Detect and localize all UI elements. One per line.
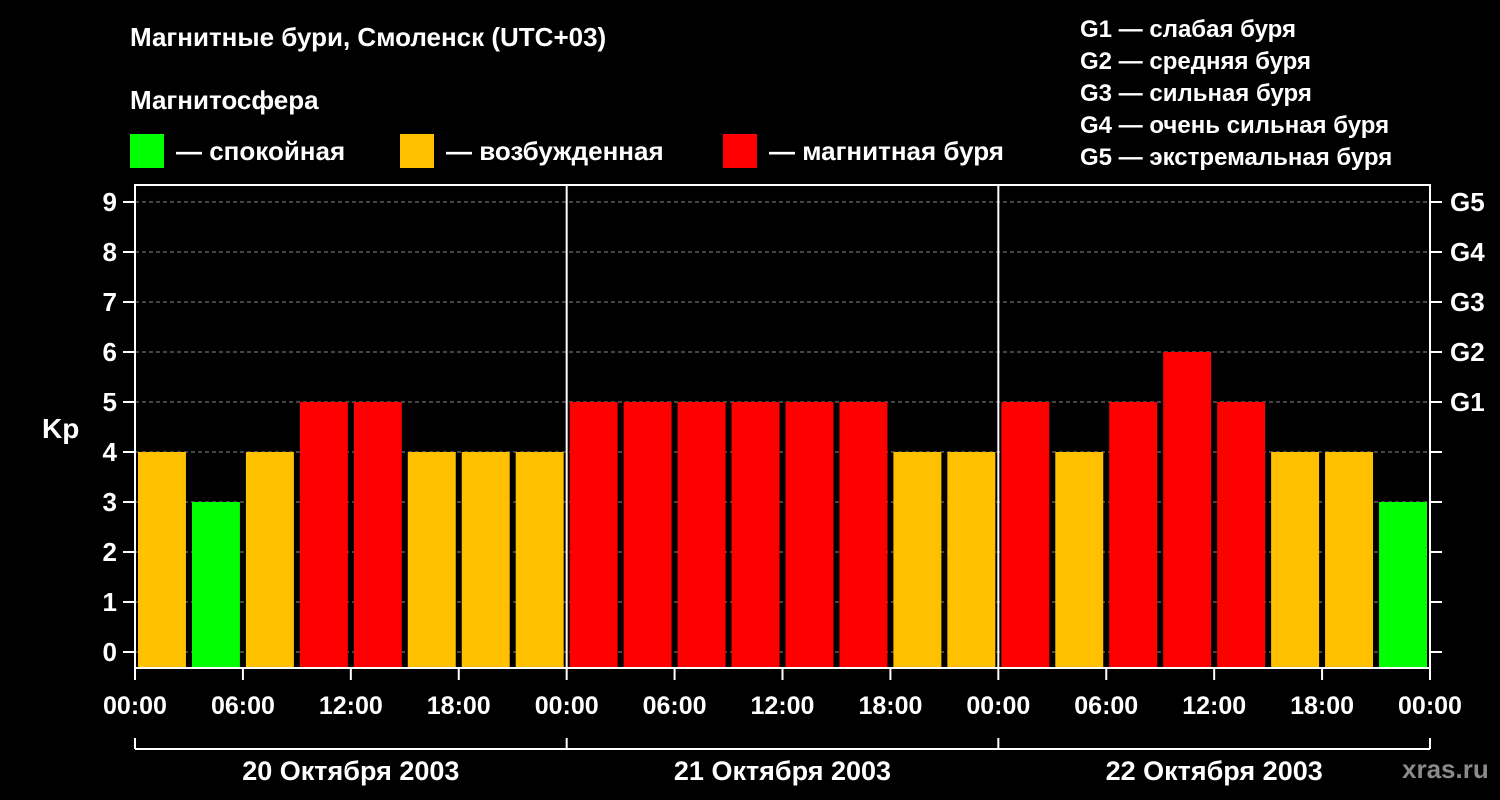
kp-bar [947,452,996,668]
kp-bar [1217,402,1266,668]
x-tick-label: 00:00 [966,692,1030,720]
kp-bar [569,402,618,668]
y-axis-label: Kp [42,413,79,444]
y-tick-label: 2 [103,537,117,567]
x-tick-label: 06:00 [1074,692,1138,720]
x-tick-label: 18:00 [427,692,491,720]
y-tick-label: 1 [103,587,117,617]
kp-bar [893,452,942,668]
kp-bar [1325,452,1374,668]
watermark: xras.ru [1402,754,1489,784]
day-label: 22 Октября 2003 [1106,756,1323,786]
kp-bar [407,452,456,668]
kp-bar [191,502,240,668]
kp-bar [461,452,510,668]
g-scale-label: G1 [1450,387,1485,417]
kp-bar [623,402,672,668]
x-tick-label: 00:00 [535,692,599,720]
y-tick-label: 6 [103,337,117,367]
kp-bar [677,402,726,668]
kp-bar [353,402,402,668]
kp-bar [1379,502,1427,668]
day-label: 21 Октября 2003 [674,756,891,786]
kp-bar [245,452,294,668]
y-tick-label: 8 [103,237,117,267]
y-tick-label: 5 [103,387,117,417]
day-label: 20 Октября 2003 [242,756,459,786]
g-scale-label: G5 [1450,187,1485,217]
x-tick-label: 00:00 [103,692,167,720]
y-tick-label: 4 [103,437,118,467]
x-tick-label: 12:00 [1182,692,1246,720]
kp-bar [515,452,564,668]
x-tick-label: 06:00 [211,692,275,720]
g-scale-label: G2 [1450,337,1485,367]
y-tick-label: 7 [103,287,117,317]
x-tick-label: 12:00 [319,692,383,720]
kp-bar [1001,402,1050,668]
kp-bar [785,402,834,668]
x-tick-label: 18:00 [1290,692,1354,720]
x-tick-label: 12:00 [751,692,815,720]
kp-bar [1055,452,1104,668]
x-tick-label: 00:00 [1398,692,1462,720]
kp-bar-chart: 0 1 2 3 4 5 6 7 8 9 G1 G2 G3 G4 G5 Kp 00:00 06:00 12:00 18:… [42,184,1485,786]
g-scale-label: G4 [1450,237,1485,267]
kp-bar [731,402,780,668]
kp-bar [299,402,348,668]
y-tick-label: 3 [103,487,117,517]
kp-bar [839,402,888,668]
kp-bar [1109,402,1158,668]
kp-bar [1163,352,1212,668]
g-scale-label: G3 [1450,287,1485,317]
kp-bar [138,452,186,668]
kp-bar [1271,452,1320,668]
x-tick-label: 18:00 [858,692,922,720]
y-tick-label: 0 [103,637,117,667]
x-tick-label: 06:00 [643,692,707,720]
y-tick-label: 9 [103,187,117,217]
